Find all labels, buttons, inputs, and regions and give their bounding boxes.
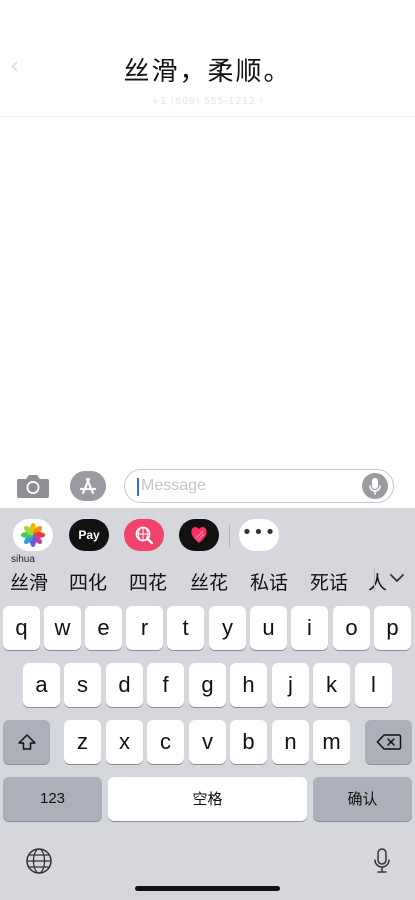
key-k[interactable]: k bbox=[313, 663, 350, 707]
app-store-icon bbox=[79, 477, 97, 495]
key-n[interactable]: n bbox=[272, 720, 309, 764]
app-images-search[interactable] bbox=[124, 519, 164, 551]
key-t[interactable]: t bbox=[167, 606, 204, 650]
candidate-2[interactable]: 四化 bbox=[69, 568, 107, 595]
shift-icon bbox=[17, 734, 36, 750]
contact-number[interactable]: +1 (609) 555-1212 › bbox=[0, 96, 415, 107]
key-u[interactable]: u bbox=[250, 606, 287, 650]
imessage-app-strip: Pay ••• bbox=[0, 516, 415, 554]
space-key[interactable]: 空格 bbox=[108, 777, 307, 821]
key-q[interactable]: q bbox=[3, 606, 40, 650]
key-c[interactable]: c bbox=[147, 720, 184, 764]
camera-icon bbox=[17, 475, 49, 498]
candidate-overflow[interactable]: 人 bbox=[368, 568, 387, 595]
key-d[interactable]: d bbox=[106, 663, 143, 707]
key-o[interactable]: o bbox=[333, 606, 370, 650]
candidate-1[interactable]: 丝滑 bbox=[10, 568, 48, 595]
candidate-5[interactable]: 私话 bbox=[250, 568, 288, 595]
home-indicator[interactable] bbox=[135, 886, 280, 891]
key-a[interactable]: a bbox=[23, 663, 60, 707]
key-z[interactable]: z bbox=[64, 720, 101, 764]
microphone-icon bbox=[374, 848, 390, 873]
key-y[interactable]: y bbox=[209, 606, 246, 650]
globe-icon bbox=[26, 848, 52, 874]
backspace-icon bbox=[376, 734, 401, 750]
candidate-bar: 丝滑 四化 四花 丝花 私话 死话 人 bbox=[0, 565, 415, 599]
app-digital-touch[interactable] bbox=[179, 519, 219, 551]
key-r[interactable]: r bbox=[126, 606, 163, 650]
candidate-3[interactable]: 四花 bbox=[129, 568, 167, 595]
key-e[interactable]: e bbox=[85, 606, 122, 650]
switch-keyboard-button[interactable] bbox=[24, 846, 54, 876]
app-strip-divider bbox=[229, 524, 230, 548]
candidate-divider bbox=[374, 567, 375, 593]
more-icon: ••• bbox=[241, 522, 277, 543]
key-s[interactable]: s bbox=[64, 663, 101, 707]
key-m[interactable]: m bbox=[313, 720, 350, 764]
key-x[interactable]: x bbox=[106, 720, 143, 764]
app-apple-pay[interactable]: Pay bbox=[69, 519, 109, 551]
app-more-button[interactable]: ••• bbox=[239, 519, 279, 551]
message-placeholder: Message bbox=[141, 477, 206, 494]
apple-pay-label: Pay bbox=[78, 528, 100, 542]
dictation-button[interactable] bbox=[370, 846, 394, 876]
globe-search-icon bbox=[135, 526, 153, 545]
key-i[interactable]: i bbox=[291, 606, 328, 650]
delete-key[interactable] bbox=[365, 720, 412, 764]
overlay-caption: 丝滑，柔顺。 bbox=[123, 57, 292, 87]
pinyin-composition: sihua bbox=[11, 554, 35, 565]
heart-icon bbox=[191, 527, 207, 543]
shift-key[interactable] bbox=[3, 720, 50, 764]
key-f[interactable]: f bbox=[147, 663, 184, 707]
microphone-icon bbox=[369, 478, 381, 495]
candidate-6[interactable]: 死话 bbox=[310, 568, 348, 595]
app-photos[interactable] bbox=[13, 519, 53, 551]
expand-candidates-button[interactable] bbox=[386, 567, 408, 589]
key-g[interactable]: g bbox=[189, 663, 226, 707]
text-cursor bbox=[137, 478, 139, 496]
key-p[interactable]: p bbox=[374, 606, 411, 650]
audio-message-button[interactable] bbox=[362, 473, 388, 499]
photos-icon bbox=[21, 523, 45, 547]
confirm-key[interactable]: 确认 bbox=[313, 777, 412, 821]
keyboard-area: Pay ••• sihua 丝滑 四化 四花 丝花 私话 死话 人 q w e … bbox=[0, 508, 415, 900]
key-b[interactable]: b bbox=[230, 720, 267, 764]
key-v[interactable]: v bbox=[189, 720, 226, 764]
chevron-down-icon bbox=[390, 574, 404, 582]
candidate-4[interactable]: 丝花 bbox=[190, 568, 228, 595]
camera-button[interactable] bbox=[16, 472, 50, 500]
key-j[interactable]: j bbox=[272, 663, 309, 707]
app-store-button[interactable] bbox=[70, 471, 106, 501]
message-input[interactable]: Message bbox=[124, 469, 394, 503]
key-w[interactable]: w bbox=[44, 606, 81, 650]
key-l[interactable]: l bbox=[355, 663, 392, 707]
key-h[interactable]: h bbox=[230, 663, 267, 707]
numbers-key[interactable]: 123 bbox=[3, 777, 102, 821]
